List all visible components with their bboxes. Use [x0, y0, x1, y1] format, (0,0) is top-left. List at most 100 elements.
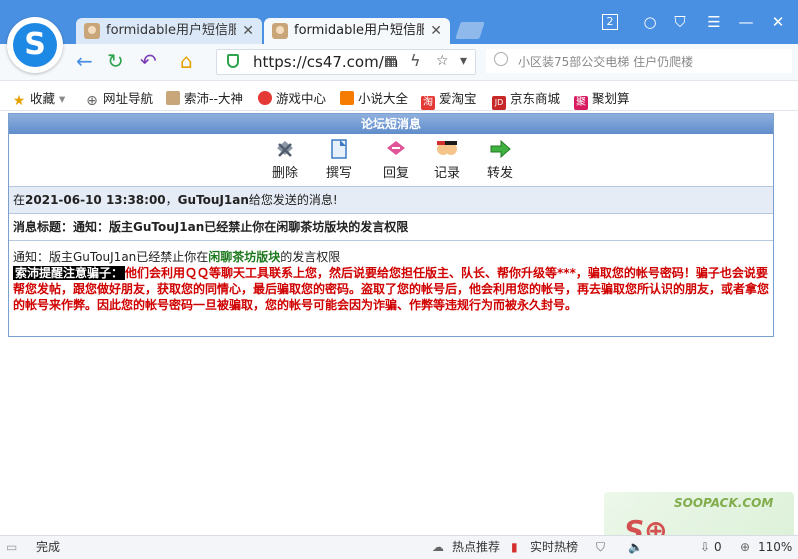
panel-title: 论坛短消息 [9, 114, 773, 134]
site-favicon-icon [272, 23, 288, 39]
bookmark-suopei[interactable]: 索沛--大神 [166, 88, 243, 107]
status-bar: ▭ 完成 ☁ 热点推荐 ▮ 实时热榜 ⛉ 🔈 ⇩ 0 ⊕ 110% [0, 535, 798, 559]
tab-close-icon[interactable]: ✕ [242, 18, 254, 44]
dropdown-icon[interactable]: ▾ [460, 50, 467, 72]
search-box[interactable]: 小区装75部公交电梯 住户仍爬楼 [486, 49, 792, 73]
watermark-text: SOOPACK.COM [674, 496, 774, 510]
forum-link[interactable]: 闲聊茶坊版块 [208, 250, 280, 264]
info-suffix: 给您发送的消息! [248, 193, 338, 207]
bookmark-label: 京东商城 [510, 91, 561, 106]
bookmark-label: 聚划算 [592, 91, 630, 106]
menu-icon[interactable]: ☰ [704, 12, 724, 32]
title-bar: formidable用户短信服务 ✕ formidable用户短信服务 ✕ 2 … [0, 0, 798, 44]
window-count-icon[interactable]: 2 [602, 14, 618, 30]
warning-label: 索沛提醒注意骗子： [13, 266, 126, 280]
message-panel: 论坛短消息 删除 撰写 回复 记录 转发 在2021-06-10 13:38:0… [8, 113, 774, 337]
reply-icon [387, 141, 405, 155]
page-content: 论坛短消息 删除 撰写 回复 记录 转发 在2021-06-10 13:38:0… [0, 111, 798, 535]
reload-button[interactable]: ↻ [107, 50, 124, 72]
bolt-icon[interactable]: ϟ [410, 50, 421, 72]
compose-icon [331, 139, 347, 159]
search-icon [494, 52, 508, 66]
chart-icon: ▮ [511, 540, 518, 554]
speaker-icon[interactable]: 🔈 [628, 536, 643, 558]
warning-text: 他们会利用ＱＱ等聊天工具联系上您，然后说要给您担任版主、队长、帮你升级等***，… [13, 266, 770, 312]
message-subject-row: 消息标题：通知：版主GuTouJ1an已经禁止你在闲聊茶坊版块的发言权限 [9, 214, 773, 241]
record-button[interactable]: 记录 [427, 138, 467, 181]
minimize-button[interactable]: — [736, 12, 756, 32]
bookmark-taobao[interactable]: 淘爱淘宝 [421, 88, 477, 110]
bookmark-juhuasuan[interactable]: 聚聚划算 [574, 88, 630, 110]
zoom-level[interactable]: 110% [758, 536, 792, 558]
hot-recommend-link[interactable]: 热点推荐 [452, 536, 500, 558]
subject-label: 消息标题： [13, 220, 74, 234]
bookmark-label: 游戏中心 [276, 91, 327, 106]
reply-button[interactable]: 回复 [376, 138, 416, 181]
bookmark-jd[interactable]: JD 京东商城 [492, 88, 560, 110]
delete-icon [277, 141, 293, 157]
bookmark-label: 网址导航 [103, 91, 154, 106]
book-icon [340, 91, 354, 105]
bookmark-nav[interactable]: ⊕ 网址导航 [85, 88, 153, 108]
navigation-bar: ← ↻ ↶ ⌂ https://cs47.com/m ▦ ϟ ☆ ▾ 小区装75… [0, 44, 798, 81]
secure-shield-icon [227, 54, 239, 68]
tool-label: 删除 [271, 166, 298, 181]
bookmark-label: 小说大全 [358, 91, 409, 106]
qr-code-icon[interactable]: ▦ [384, 50, 397, 72]
bookmark-label: 爱淘宝 [439, 91, 477, 106]
tshirt-icon[interactable]: ⛉ [670, 12, 690, 32]
search-input[interactable]: 小区装75部公交电梯 住户仍爬楼 [518, 53, 693, 70]
page-icon: ▭ [6, 540, 18, 554]
undo-button[interactable]: ↶ [140, 50, 157, 72]
tool-label: 记录 [433, 166, 460, 181]
info-separator: ， [165, 193, 178, 207]
browser-logo[interactable]: S [7, 17, 63, 73]
body-text: 的发言权限 [280, 250, 341, 264]
back-button[interactable]: ← [76, 50, 93, 72]
tab-title: formidable用户短信服务 [106, 23, 236, 38]
juhuasuan-icon: 聚 [574, 96, 588, 110]
forward-icon [490, 139, 511, 159]
body-text: 通知：版主GuTouJ1an已经禁止你在 [13, 250, 209, 264]
bookmark-games[interactable]: 游戏中心 [258, 88, 326, 107]
avatar-icon [166, 91, 180, 105]
new-tab-button[interactable] [455, 22, 485, 39]
compose-button[interactable]: 撰写 [319, 138, 359, 181]
message-subject: 通知：版主GuTouJ1an已经禁止你在闲聊茶坊版块的发言权限 [73, 220, 409, 234]
message-time: 2021-06-10 13:38:00 [25, 193, 166, 207]
message-body: 通知：版主GuTouJ1an已经禁止你在闲聊茶坊版块的发言权限 索沛提醒注意骗子… [9, 241, 773, 313]
bookmark-label: 收藏 [30, 91, 56, 106]
site-favicon-icon [84, 23, 100, 39]
url-text[interactable]: https://cs47.com/m [253, 53, 398, 71]
tab-close-icon[interactable]: ✕ [430, 18, 442, 44]
tool-label: 回复 [382, 166, 409, 181]
globe-icon: ⊕ [86, 93, 98, 109]
jd-icon: JD [492, 96, 506, 110]
close-window-button[interactable]: ✕ [768, 12, 788, 32]
circle-icon[interactable]: ○ [640, 12, 660, 32]
tool-label: 转发 [486, 166, 513, 181]
hot-icon: ☁ [432, 540, 444, 554]
star-outline-icon[interactable]: ☆ [436, 50, 449, 72]
zoom-icon[interactable]: ⊕ [740, 536, 750, 558]
record-icon [437, 141, 457, 155]
forward-button[interactable]: 转发 [480, 138, 520, 181]
info-prefix: 在 [13, 193, 26, 207]
shield-status-icon[interactable]: ⛉ [596, 536, 605, 558]
game-icon [258, 91, 272, 105]
bookmark-label: 索沛--大神 [184, 91, 244, 106]
download-icon[interactable]: ⇩ [700, 536, 710, 558]
bookmark-novels[interactable]: 小说大全 [340, 88, 408, 107]
tab-inactive[interactable]: formidable用户短信服务 ✕ [76, 18, 262, 44]
home-button[interactable]: ⌂ [180, 50, 193, 72]
realtime-hot-link[interactable]: 实时热榜 [530, 536, 578, 558]
message-toolbar: 删除 撰写 回复 记录 转发 [9, 134, 773, 187]
bookmarks-bar: ★ 收藏 ▾ ⊕ 网址导航 索沛--大神 游戏中心 小说大全 淘爱淘宝 JD 京东商城… [0, 81, 798, 111]
status-text: 完成 [36, 540, 61, 554]
tab-title: formidable用户短信服务 [294, 23, 424, 38]
bookmark-favorites[interactable]: ★ 收藏 ▾ [12, 88, 66, 108]
sogou-logo-icon: S [13, 23, 57, 67]
tab-active[interactable]: formidable用户短信服务 ✕ [264, 18, 450, 44]
sender-name[interactable]: GuTouJ1an [178, 193, 249, 207]
delete-button[interactable]: 删除 [265, 138, 305, 181]
